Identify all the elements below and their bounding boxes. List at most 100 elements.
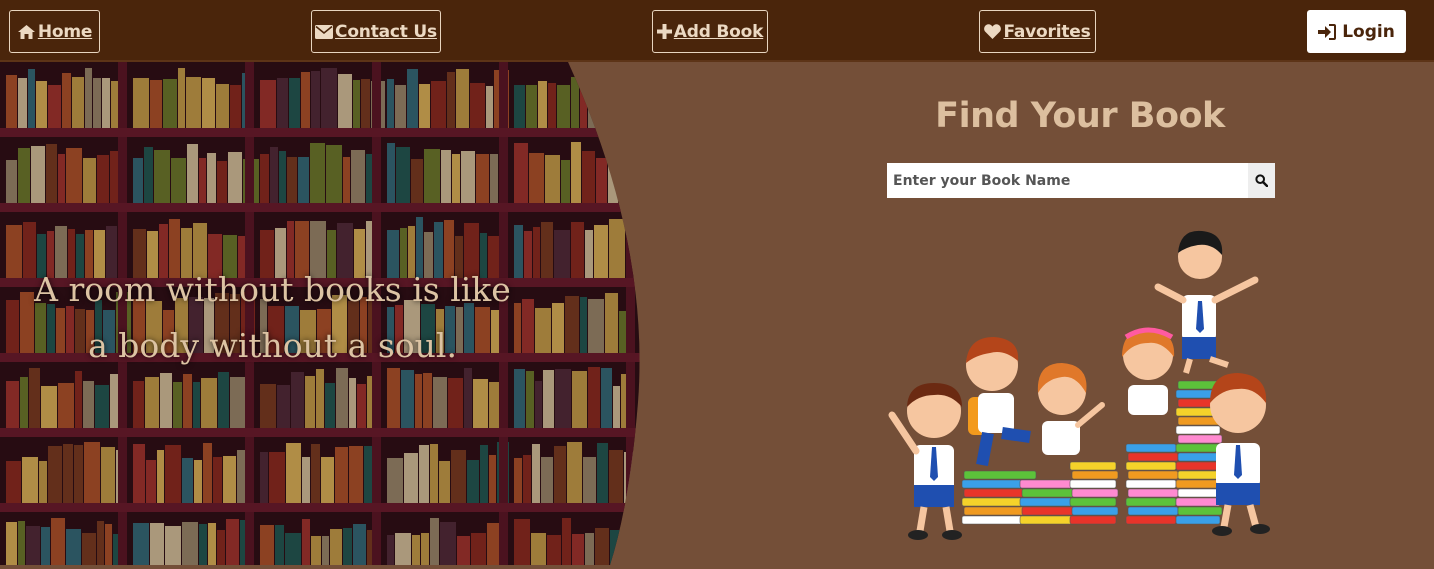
book-spine <box>680 458 688 503</box>
favorites-button[interactable]: Favorites <box>979 10 1096 53</box>
stacked-book <box>1127 488 1179 498</box>
book-spine <box>665 230 674 278</box>
book-spine <box>689 448 700 503</box>
book-spine <box>655 152 662 203</box>
contact-us-label: Contact Us <box>335 21 437 42</box>
book-spine <box>689 69 697 128</box>
home-button[interactable]: Home <box>9 10 100 53</box>
envelope-icon <box>315 24 334 39</box>
login-button[interactable]: Login <box>1307 10 1406 53</box>
kid-figure <box>966 337 1031 467</box>
add-book-label: Add Book <box>673 21 764 42</box>
book-spine <box>691 309 700 353</box>
book-spine <box>649 86 659 128</box>
stacked-book <box>1069 461 1117 471</box>
book-spine <box>658 382 665 428</box>
book-spine <box>641 85 648 128</box>
search-icon <box>1255 174 1268 187</box>
book-spine <box>676 296 690 353</box>
book-search-input[interactable] <box>887 163 1248 198</box>
search-button[interactable] <box>1248 163 1275 198</box>
navbar: Home Contact Us Add Book Favorites Login <box>0 0 1434 62</box>
book-spine <box>679 517 689 565</box>
stacked-book <box>1175 479 1221 489</box>
quote-line-1: A room without books is like <box>34 270 511 309</box>
shelf-post <box>626 137 635 212</box>
stacked-book <box>1175 497 1221 507</box>
heart-icon <box>984 24 1002 39</box>
stacked-book <box>1125 479 1177 489</box>
shelf-post <box>626 512 635 565</box>
search-bar <box>887 163 1275 198</box>
stacked-book <box>1069 479 1117 489</box>
book-spine <box>663 149 670 203</box>
quote-line-2: a body without a soul. <box>88 326 457 365</box>
shelf-post <box>626 62 635 137</box>
login-label: Login <box>1342 21 1395 42</box>
book-spine <box>621 531 632 565</box>
stacked-book <box>1177 470 1223 480</box>
stacked-book <box>1125 443 1177 453</box>
stacked-book <box>1175 425 1221 435</box>
book-spine <box>667 306 675 353</box>
stacked-book <box>963 470 1037 480</box>
stacked-book <box>1177 488 1223 498</box>
hero-quote: A room without books is like a body with… <box>0 262 545 374</box>
stacked-book <box>1019 479 1079 489</box>
plus-icon <box>656 24 672 39</box>
book-spine <box>641 305 653 353</box>
stacked-book <box>1071 488 1119 498</box>
stacked-book <box>1125 497 1177 507</box>
kid-figure <box>1037 363 1105 455</box>
book-spine <box>693 373 700 428</box>
book-spine <box>666 452 679 503</box>
stacked-book <box>1071 506 1119 516</box>
book-spine <box>657 457 665 503</box>
contact-us-button[interactable]: Contact Us <box>311 10 441 53</box>
book-spine <box>650 230 664 278</box>
book-spine <box>618 85 628 128</box>
sign-in-icon <box>1318 23 1337 40</box>
book-spine <box>654 306 666 353</box>
book-spine <box>660 79 671 128</box>
stacked-book <box>1175 443 1221 453</box>
stacked-book <box>1127 452 1179 462</box>
stacked-book <box>1125 515 1177 525</box>
book-spine <box>655 536 664 565</box>
home-label: Home <box>37 21 93 42</box>
book-spine <box>641 522 654 565</box>
kid-figure <box>1122 327 1175 415</box>
children-books-illustration <box>880 225 1280 545</box>
stacked-book <box>1125 461 1177 471</box>
add-book-button[interactable]: Add Book <box>652 10 768 53</box>
stacked-book <box>1019 515 1079 525</box>
stacked-book <box>1021 488 1081 498</box>
favorites-label: Favorites <box>1003 21 1091 42</box>
home-icon <box>17 24 35 39</box>
book-spine <box>698 68 700 128</box>
stacked-book <box>1177 434 1223 444</box>
book-spine <box>603 74 617 128</box>
book-spine <box>693 161 700 203</box>
book-spine <box>692 220 700 278</box>
book-spine <box>690 528 700 565</box>
book-spine <box>649 444 656 503</box>
book-spine <box>672 76 688 128</box>
stacked-book <box>1071 470 1119 480</box>
stacked-book <box>1019 497 1079 507</box>
book-spine <box>679 142 692 203</box>
book-spine <box>671 155 678 203</box>
stacked-book <box>1069 497 1117 507</box>
stacked-book <box>1177 506 1223 516</box>
book-spine <box>666 386 678 428</box>
stacked-book <box>1175 515 1221 525</box>
stacked-book <box>1021 506 1081 516</box>
book-spine <box>641 152 654 203</box>
find-book-title: Find Your Book <box>935 96 1225 136</box>
book-spine <box>641 223 649 278</box>
stacked-book <box>1175 461 1221 471</box>
book-spine <box>641 459 648 503</box>
stacked-book <box>1069 515 1117 525</box>
book-spine <box>679 386 692 428</box>
book-spine <box>619 157 631 203</box>
